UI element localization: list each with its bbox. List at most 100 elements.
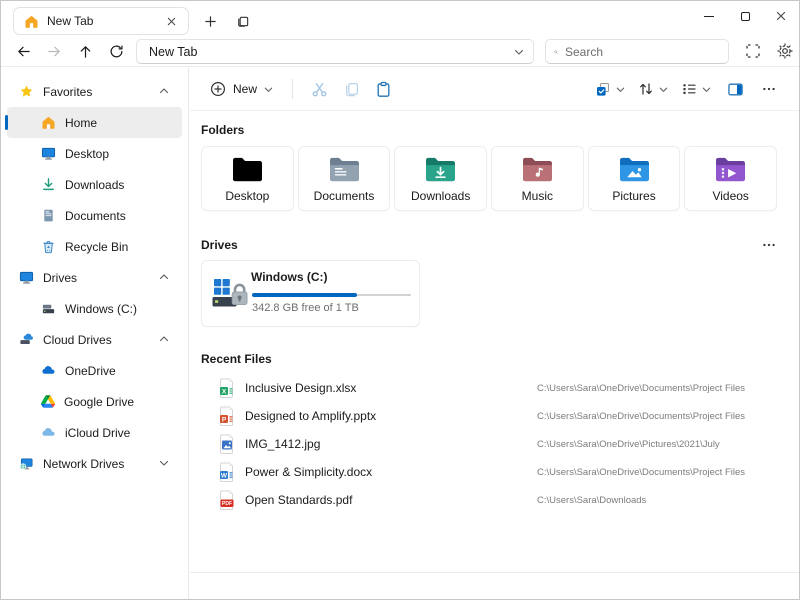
sidebar-item-documents[interactable]: Documents xyxy=(7,200,182,231)
item-label: Recycle Bin xyxy=(65,240,128,254)
folder-videos-icon xyxy=(714,156,747,183)
new-button[interactable]: New xyxy=(202,74,282,104)
file-row-docx[interactable]: W Power & Simplicity.docx C:\Users\Sara\… xyxy=(201,458,777,486)
toolbar-divider xyxy=(292,79,293,99)
sidebar-section-network-drives[interactable]: Network Drives xyxy=(7,448,182,479)
up-button[interactable] xyxy=(71,38,99,64)
drive-usage-fill xyxy=(252,293,357,297)
svg-text:W: W xyxy=(221,472,228,479)
duplicate-tab-button[interactable] xyxy=(229,9,255,33)
folder-card-pictures[interactable]: Pictures xyxy=(588,146,681,211)
maximize-button[interactable] xyxy=(727,1,763,31)
close-window-button[interactable] xyxy=(763,1,799,31)
file-path: C:\Users\Sara\OneDrive\Documents\Project… xyxy=(537,411,745,422)
selection-options-button[interactable] xyxy=(590,74,631,104)
smart-select-button[interactable] xyxy=(739,38,767,64)
refresh-button[interactable] xyxy=(102,38,130,64)
folder-downloads-icon xyxy=(424,156,457,183)
forward-button[interactable] xyxy=(40,38,68,64)
more-options-button[interactable] xyxy=(753,74,785,104)
sidebar-section-drives[interactable]: Drives xyxy=(7,262,182,293)
folder-desktop-icon xyxy=(231,156,264,183)
home-icon xyxy=(24,14,39,29)
sidebar-section-favorites[interactable]: Favorites xyxy=(7,76,182,107)
chevron-down-icon xyxy=(658,84,669,95)
file-row-pptx[interactable]: P Designed to Amplify.pptx C:\Users\Sara… xyxy=(201,402,777,430)
sidebar-item-desktop[interactable]: Desktop xyxy=(7,138,182,169)
file-path: C:\Users\Sara\OneDrive\Documents\Project… xyxy=(537,383,745,394)
folder-card-desktop[interactable]: Desktop xyxy=(201,146,294,211)
item-label: iCloud Drive xyxy=(65,426,130,440)
sidebar-item-google-drive[interactable]: Google Drive xyxy=(7,386,182,417)
chevron-up-icon[interactable] xyxy=(158,85,170,97)
item-label: Home xyxy=(65,116,97,130)
paste-icon xyxy=(375,81,392,98)
window-controls xyxy=(691,1,799,33)
chevron-up-icon[interactable] xyxy=(158,333,170,345)
sidebar-item-windows-c[interactable]: Windows (C:) xyxy=(7,293,182,324)
sidebar-section-cloud-drives[interactable]: Cloud Drives xyxy=(7,324,182,355)
cut-button[interactable] xyxy=(303,74,335,104)
chevron-down-icon xyxy=(263,84,274,95)
sort-arrows-icon xyxy=(638,81,654,97)
folders-heading: Folders xyxy=(201,123,777,137)
file-row-pdf[interactable]: PDF Open Standards.pdf C:\Users\Sara\Dow… xyxy=(201,486,777,514)
folder-card-music[interactable]: Music xyxy=(491,146,584,211)
powerpoint-file-icon: P xyxy=(219,406,235,426)
copy-icon xyxy=(343,81,360,98)
copy-button[interactable] xyxy=(335,74,367,104)
folder-label: Videos xyxy=(712,189,748,203)
file-row-xlsx[interactable]: X Inclusive Design.xlsx C:\Users\Sara\On… xyxy=(201,374,777,402)
sort-button[interactable] xyxy=(633,74,674,104)
new-tab-button[interactable] xyxy=(197,9,223,33)
search-box[interactable] xyxy=(545,39,729,64)
drive-card-windows-c[interactable]: Windows (C:) 342.8 GB free of 1 TB xyxy=(201,260,420,327)
maximize-icon xyxy=(741,12,750,21)
chevron-down-icon[interactable] xyxy=(158,457,170,469)
chevron-down-icon[interactable] xyxy=(513,46,525,58)
desktop-icon xyxy=(41,146,56,161)
folder-card-documents[interactable]: Documents xyxy=(298,146,391,211)
sidebar-item-onedrive[interactable]: OneDrive xyxy=(7,355,182,386)
back-arrow-icon xyxy=(16,44,31,59)
gear-icon xyxy=(777,43,793,59)
folder-card-downloads[interactable]: Downloads xyxy=(394,146,487,211)
pdf-file-icon: PDF xyxy=(219,490,235,510)
settings-button[interactable] xyxy=(771,38,799,64)
sidebar-item-icloud-drive[interactable]: iCloud Drive xyxy=(7,417,182,448)
back-button[interactable] xyxy=(9,38,37,64)
sidebar-item-recycle-bin[interactable]: Recycle Bin xyxy=(7,231,182,262)
cloud-drive-icon xyxy=(19,332,34,347)
details-pane-button[interactable] xyxy=(719,74,751,104)
address-input[interactable] xyxy=(149,45,513,59)
paste-button[interactable] xyxy=(367,74,399,104)
toolbar: New xyxy=(190,68,799,111)
file-row-jpg[interactable]: IMG_1412.jpg C:\Users\Sara\OneDrive\Pict… xyxy=(201,430,777,458)
downloads-icon xyxy=(41,177,56,192)
new-button-label: New xyxy=(233,82,257,96)
folder-music-icon xyxy=(521,156,554,183)
section-label: Favorites xyxy=(43,85,92,99)
drives-more-button[interactable] xyxy=(761,237,777,253)
star-icon xyxy=(19,84,34,99)
sidebar-item-downloads[interactable]: Downloads xyxy=(7,169,182,200)
google-drive-icon xyxy=(41,395,55,408)
view-options-button[interactable] xyxy=(676,74,717,104)
file-name: Inclusive Design.xlsx xyxy=(245,381,356,395)
drive-free-space: 342.8 GB free of 1 TB xyxy=(252,302,359,314)
minimize-button[interactable] xyxy=(691,1,727,31)
sidebar-item-home[interactable]: Home xyxy=(7,107,182,138)
tab-new-tab[interactable]: New Tab xyxy=(13,7,189,35)
address-bar[interactable] xyxy=(136,39,534,64)
tab-close-button[interactable] xyxy=(162,12,180,30)
titlebar[interactable]: New Tab xyxy=(1,1,799,37)
network-drive-icon xyxy=(19,456,34,471)
folder-pictures-icon xyxy=(618,156,651,183)
search-input[interactable] xyxy=(565,45,720,59)
file-name: IMG_1412.jpg xyxy=(245,437,320,451)
chevron-up-icon[interactable] xyxy=(158,271,170,283)
minimize-icon xyxy=(704,16,714,17)
folder-card-videos[interactable]: Videos xyxy=(684,146,777,211)
forward-arrow-icon xyxy=(47,44,62,59)
section-label: Network Drives xyxy=(43,457,124,471)
